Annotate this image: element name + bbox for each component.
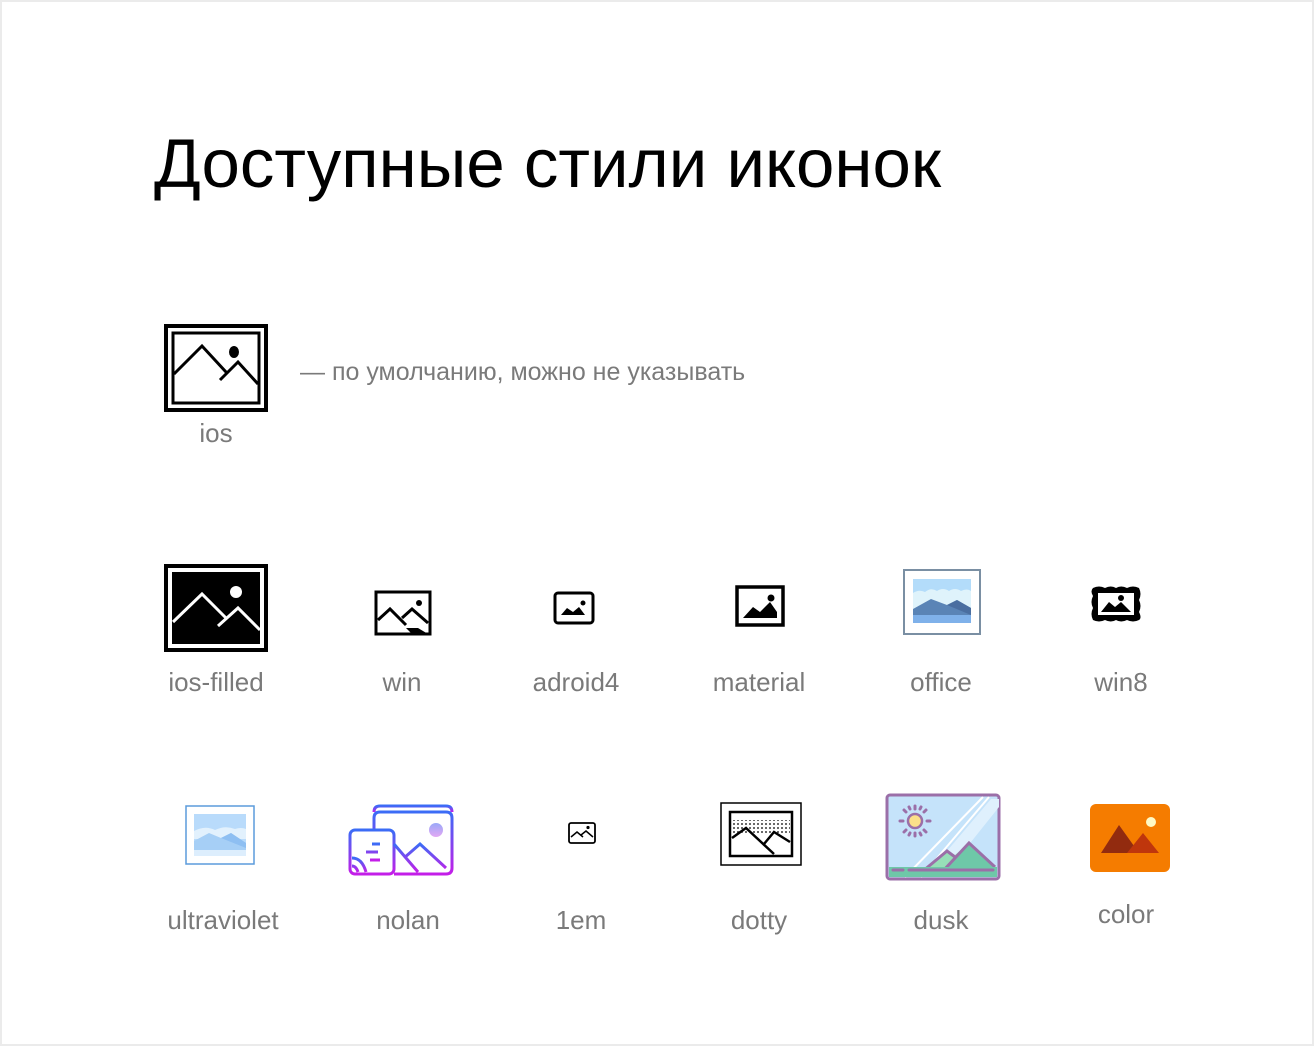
style-label-ios: ios	[199, 418, 233, 448]
image-icon-ios-filled	[164, 564, 268, 652]
style-label: ios-filled	[168, 667, 264, 697]
style-label: dusk	[913, 905, 969, 935]
style-label: win	[382, 667, 422, 697]
style-label: ultraviolet	[167, 905, 279, 935]
default-note: — по умолчанию, можно не указывать	[300, 358, 746, 386]
image-icon-android4	[553, 591, 595, 625]
image-icon-dotty	[720, 802, 802, 866]
image-icon-ultraviolet	[185, 805, 255, 865]
image-icon-ios	[164, 324, 268, 412]
image-icon-nolan	[348, 804, 454, 876]
style-label: material	[712, 667, 806, 697]
image-icon-office	[903, 569, 981, 635]
style-label: win8	[1094, 667, 1148, 697]
style-label: color	[1097, 899, 1155, 929]
image-icon-win	[374, 590, 432, 636]
style-label: adroid4	[532, 667, 620, 697]
style-label: nolan	[376, 905, 440, 935]
image-icon-material	[735, 585, 785, 627]
style-label: 1em	[555, 905, 607, 935]
style-label: dotty	[730, 905, 788, 935]
page-title: Доступные стили иконок	[154, 125, 942, 202]
image-icon-dusk	[885, 793, 1001, 881]
image-icon-1em	[568, 822, 596, 844]
image-icon-color	[1090, 804, 1170, 872]
style-label: office	[910, 667, 972, 697]
image-icon-win8	[1091, 586, 1141, 622]
slide: Доступные стили иконок ios — по умолчани…	[2, 2, 1312, 1044]
